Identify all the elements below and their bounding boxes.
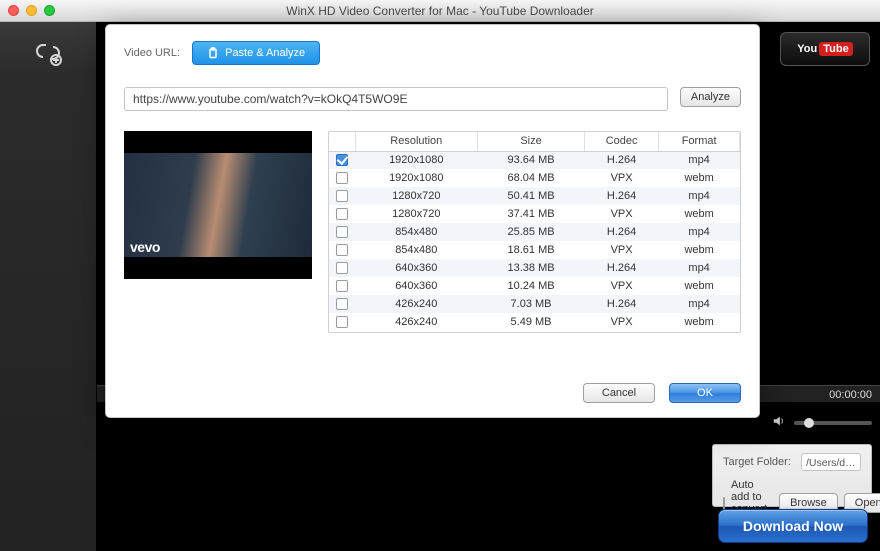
row-checkbox[interactable] bbox=[336, 262, 348, 274]
volume-slider[interactable] bbox=[794, 421, 872, 425]
youtube-badge-tube: Tube bbox=[819, 42, 852, 56]
cell-format: mp4 bbox=[659, 187, 740, 205]
window-title: WinX HD Video Converter for Mac - YouTub… bbox=[0, 4, 880, 18]
row-checkbox[interactable] bbox=[336, 208, 348, 220]
cell-resolution: 426x240 bbox=[355, 295, 478, 313]
cell-size: 93.64 MB bbox=[478, 151, 585, 169]
cell-resolution: 1280x720 bbox=[355, 205, 478, 223]
row-checkbox[interactable] bbox=[336, 190, 348, 202]
cell-size: 68.04 MB bbox=[478, 169, 585, 187]
cell-resolution: 426x240 bbox=[355, 313, 478, 331]
clipboard-icon bbox=[207, 47, 219, 59]
video-thumbnail: vevo bbox=[124, 131, 312, 279]
cell-resolution: 854x480 bbox=[355, 223, 478, 241]
cell-size: 10.24 MB bbox=[478, 277, 585, 295]
cell-size: 18.61 MB bbox=[478, 241, 585, 259]
analyze-button[interactable]: Analyze bbox=[680, 87, 741, 107]
cell-format: webm bbox=[659, 313, 740, 331]
cell-codec: VPX bbox=[584, 205, 658, 223]
cell-codec: VPX bbox=[584, 169, 658, 187]
time-display: 00:00:00 bbox=[829, 389, 872, 401]
table-row[interactable]: 640x36013.38 MBH.264mp4 bbox=[329, 259, 740, 277]
row-checkbox[interactable] bbox=[336, 226, 348, 238]
cell-codec: H.264 bbox=[584, 223, 658, 241]
add-link-icon[interactable] bbox=[26, 30, 70, 74]
cell-resolution: 1920x1080 bbox=[355, 151, 478, 169]
target-folder-path[interactable]: /Users/dinosaur/Movies/Mac Video Library bbox=[801, 453, 861, 471]
paste-analyze-label: Paste & Analyze bbox=[225, 47, 305, 59]
zoom-icon[interactable] bbox=[44, 5, 55, 16]
cell-format: webm bbox=[659, 205, 740, 223]
close-icon[interactable] bbox=[8, 5, 19, 16]
auto-add-checkbox[interactable] bbox=[723, 497, 725, 510]
table-row[interactable]: 640x36010.24 MBVPXwebm bbox=[329, 277, 740, 295]
cell-size: 25.85 MB bbox=[478, 223, 585, 241]
cell-codec: H.264 bbox=[584, 187, 658, 205]
youtube-badge-you: You bbox=[797, 43, 817, 55]
video-url-label: Video URL: bbox=[124, 47, 180, 59]
col-size[interactable]: Size bbox=[478, 132, 585, 151]
cell-size: 50.41 MB bbox=[478, 187, 585, 205]
cancel-button[interactable]: Cancel bbox=[583, 383, 655, 403]
url-input[interactable] bbox=[124, 87, 668, 111]
volume-row bbox=[772, 414, 872, 431]
youtube-downloader-dialog: Video URL: Paste & Analyze Analyze vevo bbox=[105, 24, 760, 418]
cell-format: webm bbox=[659, 241, 740, 259]
cell-resolution: 854x480 bbox=[355, 241, 478, 259]
row-checkbox[interactable] bbox=[336, 280, 348, 292]
paste-analyze-button[interactable]: Paste & Analyze bbox=[192, 41, 320, 65]
cell-resolution: 1280x720 bbox=[355, 187, 478, 205]
cell-format: mp4 bbox=[659, 259, 740, 277]
youtube-badge[interactable]: You Tube bbox=[780, 32, 870, 66]
cell-resolution: 640x360 bbox=[355, 259, 478, 277]
cell-codec: H.264 bbox=[584, 151, 658, 169]
cell-codec: VPX bbox=[584, 241, 658, 259]
cell-codec: VPX bbox=[584, 277, 658, 295]
row-checkbox[interactable] bbox=[336, 172, 348, 184]
col-codec[interactable]: Codec bbox=[584, 132, 658, 151]
table-row[interactable]: 854x48018.61 MBVPXwebm bbox=[329, 241, 740, 259]
col-format[interactable]: Format bbox=[659, 132, 740, 151]
table-row[interactable]: 426x2407.03 MBH.264mp4 bbox=[329, 295, 740, 313]
cell-codec: H.264 bbox=[584, 295, 658, 313]
cell-format: mp4 bbox=[659, 223, 740, 241]
ok-button[interactable]: OK bbox=[669, 383, 741, 403]
table-row[interactable]: 1920x108068.04 MBVPXwebm bbox=[329, 169, 740, 187]
cell-size: 37.41 MB bbox=[478, 205, 585, 223]
speaker-icon[interactable] bbox=[772, 414, 786, 431]
table-row[interactable]: 854x48025.85 MBH.264mp4 bbox=[329, 223, 740, 241]
cell-size: 5.49 MB bbox=[478, 313, 585, 331]
cell-codec: H.264 bbox=[584, 259, 658, 277]
formats-table[interactable]: Resolution Size Codec Format 1920x108093… bbox=[328, 131, 741, 333]
cell-format: mp4 bbox=[659, 295, 740, 313]
cell-format: webm bbox=[659, 277, 740, 295]
left-sidebar bbox=[0, 22, 97, 551]
cell-resolution: 640x360 bbox=[355, 277, 478, 295]
table-row[interactable]: 1280x72050.41 MBH.264mp4 bbox=[329, 187, 740, 205]
cell-size: 7.03 MB bbox=[478, 295, 585, 313]
cell-format: mp4 bbox=[659, 151, 740, 169]
download-now-button[interactable]: Download Now bbox=[718, 509, 868, 543]
window-titlebar: WinX HD Video Converter for Mac - YouTub… bbox=[0, 0, 880, 22]
thumbnail-vevo-logo: vevo bbox=[130, 239, 160, 255]
target-folder-label: Target Folder: bbox=[723, 456, 795, 468]
minimize-icon[interactable] bbox=[26, 5, 37, 16]
table-row[interactable]: 1280x72037.41 MBVPXwebm bbox=[329, 205, 740, 223]
cell-size: 13.38 MB bbox=[478, 259, 585, 277]
traffic-lights bbox=[8, 5, 55, 16]
row-checkbox[interactable] bbox=[336, 244, 348, 256]
target-panel: Target Folder: /Users/dinosaur/Movies/Ma… bbox=[712, 444, 872, 507]
cell-format: webm bbox=[659, 169, 740, 187]
row-checkbox[interactable] bbox=[336, 316, 348, 328]
row-checkbox[interactable] bbox=[336, 154, 348, 166]
row-checkbox[interactable] bbox=[336, 298, 348, 310]
table-row[interactable]: 1920x108093.64 MBH.264mp4 bbox=[329, 151, 740, 169]
cell-resolution: 1920x1080 bbox=[355, 169, 478, 187]
cell-codec: VPX bbox=[584, 313, 658, 331]
table-row[interactable]: 426x2405.49 MBVPXwebm bbox=[329, 313, 740, 331]
col-resolution[interactable]: Resolution bbox=[355, 132, 478, 151]
